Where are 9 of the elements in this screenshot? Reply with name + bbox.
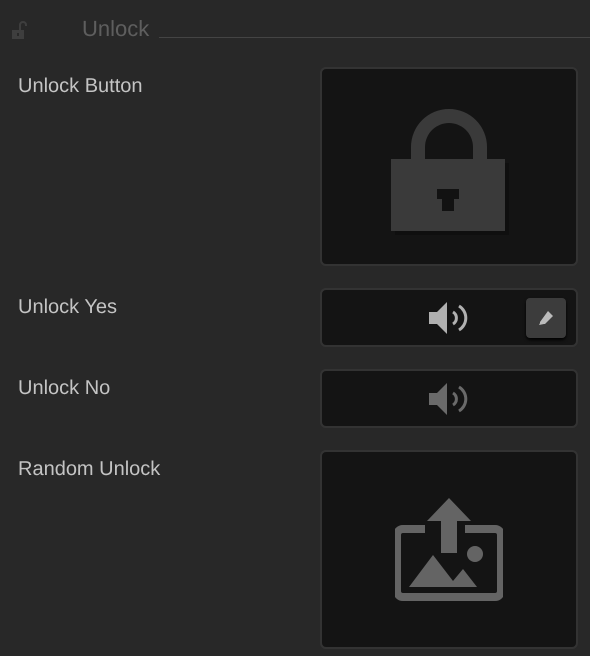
field-label: Unlock No <box>18 377 110 401</box>
field-label: Unlock Button <box>18 75 143 99</box>
image-upload-slot[interactable] <box>320 450 578 649</box>
image-upload-icon <box>395 496 503 602</box>
pencil-icon <box>536 308 556 328</box>
sound-slot[interactable] <box>320 288 578 347</box>
edit-button[interactable] <box>526 298 566 338</box>
field-label: Random Unlock <box>18 458 160 482</box>
field-label: Unlock Yes <box>18 296 117 320</box>
